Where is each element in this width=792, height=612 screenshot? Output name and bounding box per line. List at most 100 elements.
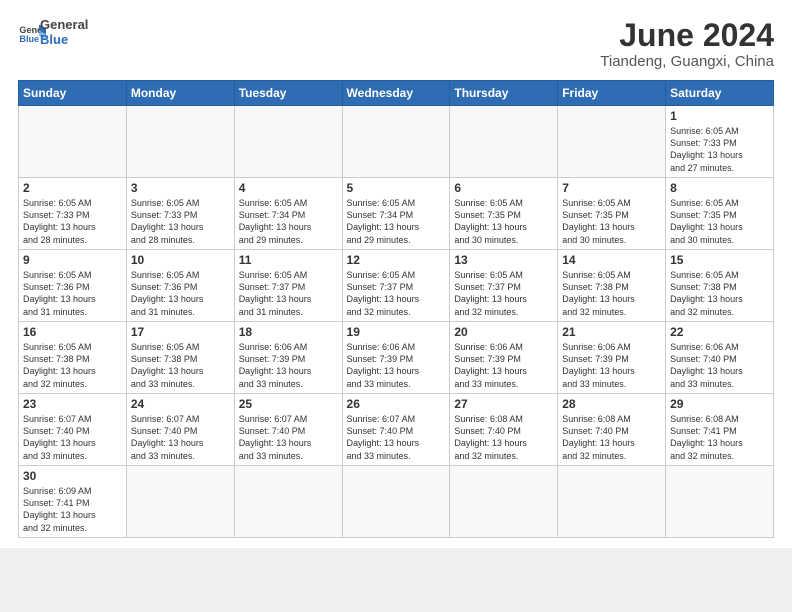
day-info: Sunrise: 6:08 AM Sunset: 7:40 PM Dayligh… (562, 413, 661, 462)
day-number: 9 (23, 253, 122, 267)
calendar-cell: 17 Sunrise: 6:05 AM Sunset: 7:38 PM Dayli… (126, 322, 234, 394)
month-title: June 2024 (600, 18, 774, 53)
calendar-cell (234, 466, 342, 538)
calendar-cell (234, 106, 342, 178)
day-number: 26 (347, 397, 446, 411)
day-info: Sunrise: 6:05 AM Sunset: 7:34 PM Dayligh… (239, 197, 338, 246)
day-number: 2 (23, 181, 122, 195)
day-info: Sunrise: 6:05 AM Sunset: 7:38 PM Dayligh… (670, 269, 769, 318)
day-number: 30 (23, 469, 122, 483)
day-number: 3 (131, 181, 230, 195)
location: Tiandeng, Guangxi, China (600, 53, 774, 70)
calendar-cell: 4Sunrise: 6:05 AM Sunset: 7:34 PM Daylig… (234, 178, 342, 250)
weekday-header: Sunday (19, 81, 127, 106)
day-info: Sunrise: 6:09 AM Sunset: 7:41 PM Dayligh… (23, 485, 122, 534)
calendar-cell: 16 Sunrise: 6:05 AM Sunset: 7:38 PM Dayli… (19, 322, 127, 394)
day-number: 1 (670, 109, 769, 123)
title-block: June 2024 Tiandeng, Guangxi, China (600, 18, 774, 70)
day-number: 19 (347, 325, 446, 339)
calendar-cell (558, 106, 666, 178)
day-info: Sunrise: 6:05 AM Sunset: 7:37 PM Dayligh… (239, 269, 338, 318)
weekday-header: Saturday (666, 81, 774, 106)
day-info: Sunrise: 6:05 AM Sunset: 7:38 PM Dayligh… (131, 341, 230, 390)
weekday-header: Monday (126, 81, 234, 106)
calendar-cell: 22 Sunrise: 6:06 AM Sunset: 7:40 PM Dayli… (666, 322, 774, 394)
day-info: Sunrise: 6:05 AM Sunset: 7:33 PM Dayligh… (670, 125, 769, 174)
calendar-table: SundayMondayTuesdayWednesdayThursdayFrid… (18, 80, 774, 538)
day-number: 17 (131, 325, 230, 339)
calendar-cell: 9 Sunrise: 6:05 AM Sunset: 7:36 PM Daylig… (19, 250, 127, 322)
day-number: 14 (562, 253, 661, 267)
calendar-week-row: 1 Sunrise: 6:05 AM Sunset: 7:33 PM Daylig… (19, 106, 774, 178)
day-number: 29 (670, 397, 769, 411)
calendar-cell (450, 106, 558, 178)
day-info: Sunrise: 6:08 AM Sunset: 7:40 PM Dayligh… (454, 413, 553, 462)
day-number: 21 (562, 325, 661, 339)
day-info: Sunrise: 6:05 AM Sunset: 7:35 PM Dayligh… (670, 197, 769, 246)
calendar-cell: 29Sunrise: 6:08 AM Sunset: 7:41 PM Dayli… (666, 394, 774, 466)
calendar-week-row: 2 Sunrise: 6:05 AM Sunset: 7:33 PM Daylig… (19, 178, 774, 250)
calendar-cell: 30 Sunrise: 6:09 AM Sunset: 7:41 PM Dayli… (19, 466, 127, 538)
day-number: 28 (562, 397, 661, 411)
day-info: Sunrise: 6:05 AM Sunset: 7:36 PM Dayligh… (131, 269, 230, 318)
day-number: 27 (454, 397, 553, 411)
calendar-week-row: 23Sunrise: 6:07 AM Sunset: 7:40 PM Dayli… (19, 394, 774, 466)
calendar-cell (558, 466, 666, 538)
day-info: Sunrise: 6:06 AM Sunset: 7:39 PM Dayligh… (454, 341, 553, 390)
day-info: Sunrise: 6:07 AM Sunset: 7:40 PM Dayligh… (347, 413, 446, 462)
day-number: 22 (670, 325, 769, 339)
day-info: Sunrise: 6:05 AM Sunset: 7:34 PM Dayligh… (347, 197, 446, 246)
day-number: 5 (347, 181, 446, 195)
day-info: Sunrise: 6:05 AM Sunset: 7:33 PM Dayligh… (23, 197, 122, 246)
day-info: Sunrise: 6:06 AM Sunset: 7:39 PM Dayligh… (562, 341, 661, 390)
logo-general-text: General (40, 18, 88, 33)
day-info: Sunrise: 6:05 AM Sunset: 7:38 PM Dayligh… (23, 341, 122, 390)
day-number: 11 (239, 253, 338, 267)
day-info: Sunrise: 6:07 AM Sunset: 7:40 PM Dayligh… (23, 413, 122, 462)
calendar-cell: 25Sunrise: 6:07 AM Sunset: 7:40 PM Dayli… (234, 394, 342, 466)
calendar-cell (126, 466, 234, 538)
calendar-cell: 7 Sunrise: 6:05 AM Sunset: 7:35 PM Daylig… (558, 178, 666, 250)
day-info: Sunrise: 6:07 AM Sunset: 7:40 PM Dayligh… (131, 413, 230, 462)
calendar-cell: 6 Sunrise: 6:05 AM Sunset: 7:35 PM Daylig… (450, 178, 558, 250)
calendar-cell (19, 106, 127, 178)
calendar-cell: 20 Sunrise: 6:06 AM Sunset: 7:39 PM Dayli… (450, 322, 558, 394)
day-info: Sunrise: 6:06 AM Sunset: 7:39 PM Dayligh… (239, 341, 338, 390)
day-number: 24 (131, 397, 230, 411)
day-info: Sunrise: 6:06 AM Sunset: 7:40 PM Dayligh… (670, 341, 769, 390)
calendar-week-row: 9 Sunrise: 6:05 AM Sunset: 7:36 PM Daylig… (19, 250, 774, 322)
day-number: 6 (454, 181, 553, 195)
calendar-cell: 8Sunrise: 6:05 AM Sunset: 7:35 PM Daylig… (666, 178, 774, 250)
calendar-week-row: 16 Sunrise: 6:05 AM Sunset: 7:38 PM Dayli… (19, 322, 774, 394)
calendar-cell: 15 Sunrise: 6:05 AM Sunset: 7:38 PM Dayli… (666, 250, 774, 322)
day-info: Sunrise: 6:05 AM Sunset: 7:35 PM Dayligh… (562, 197, 661, 246)
day-info: Sunrise: 6:05 AM Sunset: 7:38 PM Dayligh… (562, 269, 661, 318)
calendar-cell: 13Sunrise: 6:05 AM Sunset: 7:37 PM Dayli… (450, 250, 558, 322)
calendar-cell: 24 Sunrise: 6:07 AM Sunset: 7:40 PM Dayli… (126, 394, 234, 466)
weekday-header: Thursday (450, 81, 558, 106)
day-number: 7 (562, 181, 661, 195)
weekday-header: Tuesday (234, 81, 342, 106)
calendar-cell: 11 Sunrise: 6:05 AM Sunset: 7:37 PM Dayli… (234, 250, 342, 322)
calendar-cell: 27 Sunrise: 6:08 AM Sunset: 7:40 PM Dayli… (450, 394, 558, 466)
calendar-cell (342, 106, 450, 178)
calendar-cell: 21 Sunrise: 6:06 AM Sunset: 7:39 PM Dayli… (558, 322, 666, 394)
day-info: Sunrise: 6:05 AM Sunset: 7:36 PM Dayligh… (23, 269, 122, 318)
day-number: 16 (23, 325, 122, 339)
day-info: Sunrise: 6:05 AM Sunset: 7:33 PM Dayligh… (131, 197, 230, 246)
calendar-cell (342, 466, 450, 538)
calendar-cell (126, 106, 234, 178)
calendar-cell: 19Sunrise: 6:06 AM Sunset: 7:39 PM Dayli… (342, 322, 450, 394)
calendar-cell: 2 Sunrise: 6:05 AM Sunset: 7:33 PM Daylig… (19, 178, 127, 250)
weekday-header: Friday (558, 81, 666, 106)
calendar-cell: 3 Sunrise: 6:05 AM Sunset: 7:33 PM Daylig… (126, 178, 234, 250)
day-number: 12 (347, 253, 446, 267)
calendar-cell: 26 Sunrise: 6:07 AM Sunset: 7:40 PM Dayli… (342, 394, 450, 466)
svg-text:Blue: Blue (19, 34, 39, 44)
day-number: 10 (131, 253, 230, 267)
day-info: Sunrise: 6:05 AM Sunset: 7:35 PM Dayligh… (454, 197, 553, 246)
calendar-header-row: SundayMondayTuesdayWednesdayThursdayFrid… (19, 81, 774, 106)
logo: General Blue General Blue (18, 18, 88, 48)
day-number: 20 (454, 325, 553, 339)
day-number: 15 (670, 253, 769, 267)
